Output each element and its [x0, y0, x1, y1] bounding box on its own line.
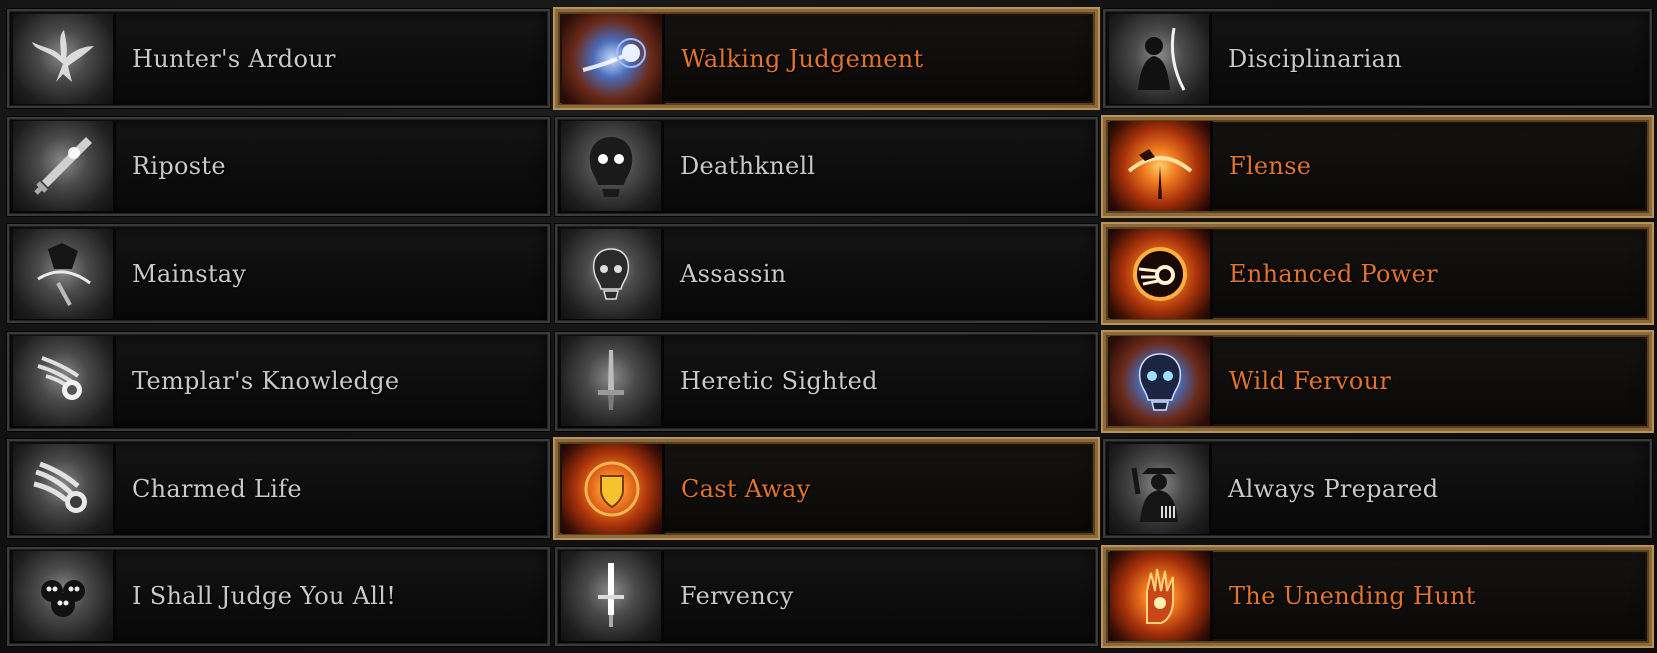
skull-cluster-icon — [13, 551, 116, 642]
perk-tile-riposte[interactable]: Riposte — [6, 115, 551, 217]
light-sword-icon — [561, 551, 664, 642]
shield-icon — [562, 443, 665, 534]
perk-grid: Hunter's Ardour Walking Judgement Discip… — [6, 7, 1654, 648]
perk-tile-templars-knowledge[interactable]: Templar's Knowledge — [6, 330, 551, 432]
perk-tile-flense[interactable]: Flense — [1101, 114, 1654, 218]
perk-label: Wild Fervour — [1229, 367, 1392, 396]
fiery-hand-icon — [1110, 551, 1213, 642]
perk-label: Enhanced Power — [1229, 259, 1438, 288]
skull-glow-icon — [561, 121, 664, 212]
perk-label: Fervency — [680, 582, 794, 611]
dove-icon — [13, 13, 116, 104]
perk-label: Flense — [1229, 152, 1312, 181]
meteor-icon — [13, 443, 116, 534]
perk-label: I Shall Judge You All! — [132, 582, 397, 611]
perk-label: Heretic Sighted — [680, 367, 878, 396]
perk-label: Cast Away — [681, 474, 811, 503]
perk-tile-fervency[interactable]: Fervency — [554, 545, 1099, 647]
perk-label: Walking Judgement — [681, 44, 924, 73]
fire-ring-icon — [1110, 228, 1213, 319]
perk-tile-heretic-sighted[interactable]: Heretic Sighted — [554, 330, 1099, 432]
perk-label: Hunter's Ardour — [132, 44, 336, 73]
perk-tile-wild-fervour[interactable]: Wild Fervour — [1101, 329, 1654, 433]
perk-label: Templar's Knowledge — [132, 367, 400, 396]
perk-label: Riposte — [132, 152, 226, 181]
blue-skull-icon — [1110, 336, 1213, 427]
perk-tile-always-prepared[interactable]: Always Prepared — [1102, 438, 1653, 540]
perk-tile-assassin[interactable]: Assassin — [554, 223, 1099, 325]
perk-tile-the-unending-hunt[interactable]: The Unending Hunt — [1101, 544, 1654, 648]
perk-tile-hunters-ardour[interactable]: Hunter's Ardour — [6, 8, 551, 109]
perk-label: Assassin — [680, 259, 787, 288]
perk-label: Charmed Life — [132, 474, 302, 503]
perk-label: Deathknell — [680, 152, 816, 181]
perk-label: Always Prepared — [1228, 474, 1439, 503]
perk-tile-mainstay[interactable]: Mainstay — [6, 223, 551, 325]
silhouette-icon — [1109, 13, 1212, 104]
perk-tile-walking-judgement[interactable]: Walking Judgement — [553, 7, 1100, 110]
dagger-icon — [561, 336, 664, 427]
blade-arc-icon — [1110, 121, 1213, 212]
perk-tile-charmed-life[interactable]: Charmed Life — [6, 438, 551, 540]
skull-icon — [561, 228, 664, 319]
perk-tile-cast-away[interactable]: Cast Away — [553, 437, 1100, 541]
perk-label: Disciplinarian — [1228, 44, 1402, 73]
perk-label: The Unending Hunt — [1229, 582, 1476, 611]
fireball-icon — [13, 336, 116, 427]
perk-tile-disciplinarian[interactable]: Disciplinarian — [1102, 8, 1653, 109]
gunslinger-icon — [1109, 443, 1212, 534]
perk-tile-enhanced-power[interactable]: Enhanced Power — [1101, 222, 1654, 326]
perk-label: Mainstay — [132, 259, 247, 288]
comet-icon — [562, 13, 665, 104]
perk-tile-i-shall-judge-you-all[interactable]: I Shall Judge You All! — [6, 545, 551, 647]
hooded-figure-icon — [13, 228, 116, 319]
perk-tile-deathknell[interactable]: Deathknell — [554, 115, 1099, 217]
sword-icon — [13, 121, 116, 212]
